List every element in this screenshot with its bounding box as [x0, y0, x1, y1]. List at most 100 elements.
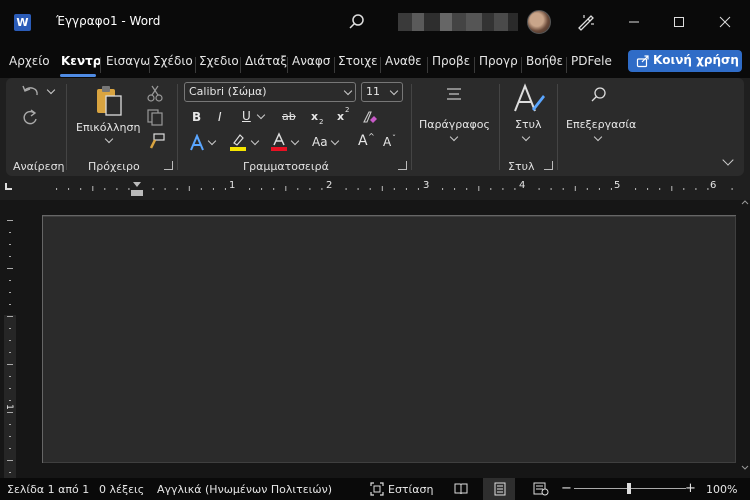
editing-chevron-icon[interactable]: [593, 132, 603, 142]
change-case-chevron-icon[interactable]: [330, 136, 340, 146]
title-bar: W Έγγραφο1 - Word: [0, 0, 750, 44]
text-effects-icon[interactable]: [188, 134, 206, 152]
tab-review[interactable]: Αναθε: [385, 54, 422, 68]
undo-icon[interactable]: [20, 84, 42, 102]
document-title: Έγγραφο1 - Word: [56, 14, 161, 28]
clipboard-dialog-launcher-icon[interactable]: [164, 161, 173, 170]
styles-icon[interactable]: [512, 83, 546, 115]
tab-developer[interactable]: Προγρ: [479, 54, 518, 68]
tab-insert[interactable]: Εισαγω: [106, 54, 150, 68]
clear-formatting-icon[interactable]: [361, 108, 379, 126]
highlight-icon[interactable]: [228, 132, 248, 152]
zoom-in-button[interactable]: +: [685, 481, 696, 496]
designer-pen-icon[interactable]: [574, 11, 596, 33]
font-name-chevron-icon: [343, 86, 353, 96]
language-indicator[interactable]: Αγγλικά (Ηνωμένων Πολιτειών): [157, 483, 332, 496]
tab-selector-icon[interactable]: [5, 183, 12, 190]
paragraph-label[interactable]: Παράγραφος: [419, 118, 490, 131]
vruler-number: 1: [3, 404, 14, 410]
tab-help[interactable]: Βοήθε: [526, 54, 563, 68]
zoom-level[interactable]: 100%: [706, 483, 737, 496]
share-icon: [636, 55, 649, 68]
horizontal-ruler: 1 2 3 4 5 6: [0, 178, 750, 198]
tab-file[interactable]: Αρχείο: [9, 54, 50, 68]
italic-button[interactable]: I: [218, 110, 222, 124]
ruler-number-2: 2: [326, 180, 333, 191]
page-count[interactable]: Σελίδα 1 από 1: [7, 483, 89, 496]
copy-icon[interactable]: [146, 108, 164, 126]
ruler-number-5: 5: [614, 180, 621, 191]
font-dialog-launcher-icon[interactable]: [398, 161, 407, 170]
format-painter-icon[interactable]: [146, 133, 166, 151]
tab-home[interactable]: Κεντρ: [61, 54, 101, 68]
zoom-slider-thumb[interactable]: [627, 483, 631, 494]
search-icon[interactable]: [347, 12, 367, 32]
group-label-font: Γραμματοσειρά: [243, 160, 329, 173]
focus-button[interactable]: Εστίαση: [388, 483, 433, 496]
zoom-out-button[interactable]: −: [561, 481, 572, 496]
read-mode-icon[interactable]: [454, 482, 468, 496]
vertical-ruler[interactable]: [4, 200, 16, 478]
paste-icon[interactable]: [94, 84, 124, 118]
font-color-icon[interactable]: [270, 132, 288, 152]
grow-font-button[interactable]: A: [358, 133, 368, 149]
strikethrough-button[interactable]: ab: [282, 110, 296, 123]
tab-layout[interactable]: Διάταξ: [245, 54, 287, 68]
ruler-scale[interactable]: [42, 182, 736, 196]
bold-button[interactable]: B: [192, 110, 201, 124]
vertical-scrollbar[interactable]: [740, 200, 750, 478]
tab-pdfelement[interactable]: PDFele: [571, 54, 612, 68]
text-effects-chevron-icon[interactable]: [207, 136, 217, 146]
undo-dropdown-chevron-icon[interactable]: [46, 85, 56, 95]
editing-label[interactable]: Επεξεργασία: [566, 118, 636, 131]
styles-label[interactable]: Στυλ: [515, 118, 541, 131]
tab-draw[interactable]: Σχέδιο: [153, 54, 193, 68]
account-avatar[interactable]: [527, 10, 551, 34]
ruler-number-6: 6: [710, 180, 717, 191]
paragraph-chevron-icon[interactable]: [449, 132, 459, 142]
group-label-undo: Αναίρεση: [13, 160, 65, 173]
change-case-button[interactable]: Aa: [312, 135, 328, 149]
print-layout-icon[interactable]: [493, 482, 507, 496]
word-count[interactable]: 0 λέξεις: [99, 483, 144, 496]
highlight-chevron-icon[interactable]: [250, 136, 260, 146]
underline-button[interactable]: U: [242, 109, 251, 123]
document-page[interactable]: [42, 216, 736, 463]
redo-icon[interactable]: [20, 108, 40, 128]
active-tab-indicator: [60, 74, 96, 77]
tab-design[interactable]: Σχεδιο: [199, 54, 239, 68]
maximize-icon[interactable]: [664, 8, 694, 36]
paste-dropdown-chevron-icon[interactable]: [104, 134, 114, 144]
group-label-clipboard: Πρόχειρο: [88, 160, 140, 173]
styles-chevron-icon[interactable]: [521, 132, 531, 142]
ruler-number-1: 1: [229, 180, 236, 191]
subscript-button[interactable]: x: [311, 110, 318, 123]
superscript-button[interactable]: x: [337, 110, 344, 123]
font-name-combobox[interactable]: Calibri (Σώμα): [184, 82, 356, 102]
styles-dialog-launcher-icon[interactable]: [544, 161, 553, 170]
shrink-font-button[interactable]: A: [383, 135, 391, 149]
font-size-value: 11: [366, 85, 380, 98]
minimize-icon[interactable]: [619, 8, 649, 36]
find-icon[interactable]: [590, 86, 608, 104]
ribbon: Αναίρεση Επικόλληση Πρόχειρο Calibri (Σώ…: [6, 78, 744, 176]
tab-view[interactable]: Προβε: [432, 54, 470, 68]
tab-references[interactable]: Αναφσ: [292, 54, 330, 68]
document-workspace: 1: [0, 200, 750, 478]
underline-chevron-icon[interactable]: [256, 110, 266, 120]
web-layout-icon[interactable]: [533, 482, 549, 496]
paragraph-icon[interactable]: [444, 86, 464, 104]
font-size-combobox[interactable]: 11: [361, 82, 403, 102]
collapse-ribbon-chevron-icon[interactable]: [722, 154, 734, 166]
status-bar: Σελίδα 1 από 1 0 λέξεις Αγγλικά (Ηνωμένω…: [0, 478, 750, 500]
font-name-value: Calibri (Σώμα): [189, 85, 267, 98]
share-button[interactable]: Κοινή χρήση: [628, 50, 742, 72]
paste-label[interactable]: Επικόλληση: [76, 121, 140, 134]
left-indent-marker[interactable]: [131, 190, 143, 196]
focus-icon[interactable]: [370, 482, 384, 496]
close-icon[interactable]: [710, 8, 740, 36]
tab-mailings[interactable]: Στοιχε: [338, 54, 378, 68]
font-color-chevron-icon[interactable]: [290, 136, 300, 146]
account-name-blurred: [398, 13, 518, 31]
cut-icon[interactable]: [146, 84, 164, 102]
